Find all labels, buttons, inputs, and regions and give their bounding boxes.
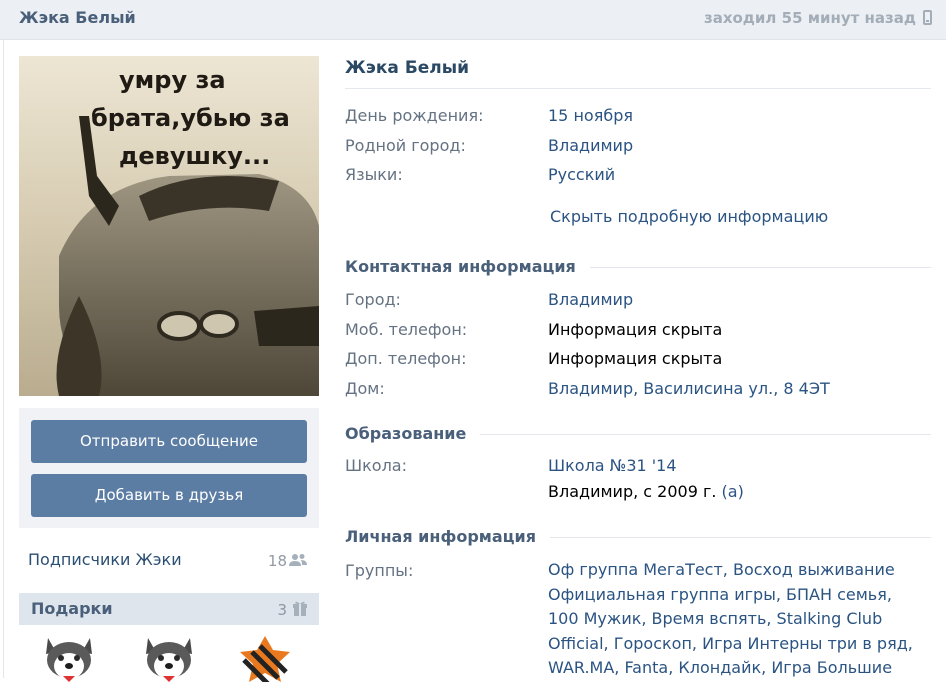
- birthday-label: День рождения:: [345, 106, 484, 125]
- divider: [560, 267, 931, 268]
- avatar-image: умру за брата,убью за девушку...: [19, 56, 319, 396]
- languages-label: Языки:: [345, 165, 403, 184]
- last-seen-status: заходил 55 минут назад: [703, 9, 916, 27]
- profile-header-bar: Жэка Белый заходил 55 минут назад: [0, 0, 946, 40]
- home-value[interactable]: Владимир, Василисина ул., 8 4ЭТ: [548, 379, 830, 398]
- followers-link[interactable]: Подписчики Жэки 18: [19, 542, 319, 578]
- mobile-phone-value: Информация скрыта: [548, 320, 723, 339]
- gifts-header[interactable]: Подарки 3: [19, 593, 319, 625]
- gift-icon: [293, 601, 307, 616]
- hide-details-link[interactable]: Скрыть подробную информацию: [550, 207, 828, 226]
- divider: [345, 88, 931, 89]
- school-details: Владимир, с 2009 г. (а): [548, 482, 744, 501]
- hometown-value[interactable]: Владимир: [548, 136, 633, 155]
- profile-avatar[interactable]: умру за брата,убью за девушку...: [19, 56, 319, 396]
- city-label: Город:: [345, 290, 401, 309]
- groups-label: Группы:: [345, 561, 414, 580]
- gifts-count: 3: [277, 601, 287, 619]
- avatar-caption-line-2: брата,убью за: [91, 104, 290, 132]
- education-section-title: Образование: [345, 424, 481, 443]
- city-value[interactable]: Владимир: [548, 290, 633, 309]
- personal-section-title: Личная информация: [345, 527, 550, 546]
- followers-label: Подписчики Жэки: [28, 550, 182, 569]
- home-label: Дом:: [345, 379, 385, 398]
- avatar-caption-line-3: девушку...: [119, 142, 270, 170]
- phone-icon: [923, 10, 932, 25]
- contacts-section-title: Контактная информация: [345, 257, 590, 276]
- languages-value[interactable]: Русский: [548, 165, 615, 184]
- send-message-button[interactable]: Отправить сообщение: [31, 420, 307, 463]
- ribbon-star-gift-icon[interactable]: [234, 632, 296, 682]
- divider: [472, 434, 931, 435]
- avatar-caption-line-1: умру за: [119, 66, 226, 94]
- header-user-name[interactable]: Жэка Белый: [19, 8, 136, 27]
- husky-gift-icon[interactable]: [138, 632, 200, 682]
- divider: [540, 537, 931, 538]
- profile-actions: Отправить сообщение Добавить в друзья: [19, 408, 319, 528]
- hometown-label: Родной город:: [345, 136, 466, 155]
- followers-count: 18: [267, 552, 287, 570]
- school-name-link[interactable]: Школа №31 '14: [548, 456, 677, 475]
- gifts-title: Подарки: [31, 599, 113, 618]
- extra-phone-value: Информация скрыта: [548, 349, 723, 368]
- school-class-link[interactable]: (а): [722, 482, 744, 501]
- school-label: Школа:: [345, 456, 407, 475]
- school-details-text: Владимир, с 2009 г.: [548, 482, 717, 501]
- birthday-value[interactable]: 15 ноября: [548, 106, 633, 125]
- profile-name: Жэка Белый: [345, 58, 470, 78]
- add-friend-button[interactable]: Добавить в друзья: [31, 474, 307, 517]
- husky-gift-icon[interactable]: [38, 632, 100, 682]
- groups-list[interactable]: Оф группа МегаТест, Восход выживание Офи…: [548, 558, 918, 681]
- mobile-phone-label: Моб. телефон:: [345, 320, 468, 339]
- people-icon: [289, 554, 307, 566]
- page-left-border: [3, 40, 4, 678]
- extra-phone-label: Доп. телефон:: [345, 349, 467, 368]
